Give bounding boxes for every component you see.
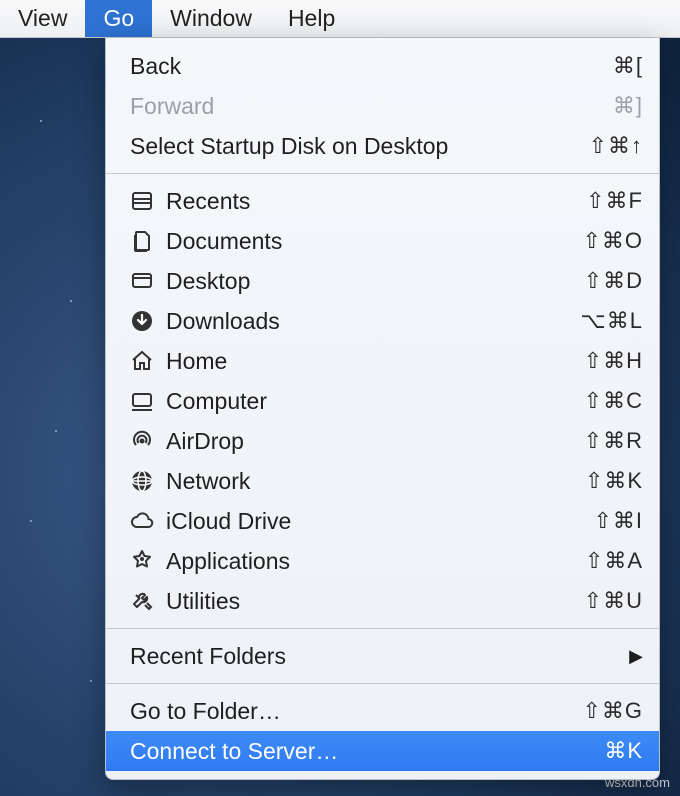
menu-shortcut: ⇧⌘C: [584, 388, 643, 414]
menu-shortcut: ⇧⌘R: [584, 428, 643, 454]
menubar-window[interactable]: Window: [152, 0, 270, 37]
menu-separator: [106, 628, 659, 629]
submenu-arrow-icon: ▶: [629, 646, 643, 667]
utilities-icon: [130, 589, 166, 613]
menu-label: AirDrop: [166, 428, 584, 455]
home-icon: [130, 349, 166, 373]
network-icon: [130, 469, 166, 493]
menu-item-applications[interactable]: Applications ⇧⌘A: [106, 541, 659, 581]
menu-shortcut: ⇧⌘F: [586, 188, 643, 214]
menu-shortcut: ⇧⌘H: [584, 348, 643, 374]
menu-shortcut: ⌘[: [613, 53, 643, 79]
menu-item-back[interactable]: Back ⌘[: [106, 46, 659, 86]
menu-label: Downloads: [166, 308, 580, 335]
menu-shortcut: ⌘]: [613, 93, 643, 119]
menu-label: Documents: [166, 228, 582, 255]
menubar: View Go Window Help: [0, 0, 680, 38]
menu-label: Recent Folders: [130, 643, 623, 670]
menu-label: Computer: [166, 388, 584, 415]
menu-item-connect-to-server[interactable]: Connect to Server… ⌘K: [106, 731, 659, 771]
menubar-go[interactable]: Go: [85, 0, 152, 37]
menubar-help[interactable]: Help: [270, 0, 353, 37]
menu-label: Applications: [166, 548, 585, 575]
menu-label: Select Startup Disk on Desktop: [130, 133, 589, 160]
menu-label: Go to Folder…: [130, 698, 582, 725]
menu-label: Forward: [130, 93, 613, 120]
icloud-icon: [130, 509, 166, 533]
menu-shortcut: ⇧⌘K: [585, 468, 643, 494]
menu-shortcut: ⇧⌘I: [593, 508, 643, 534]
recents-icon: [130, 189, 166, 213]
applications-icon: [130, 549, 166, 573]
go-menu-dropdown: Back ⌘[ Forward ⌘] Select Startup Disk o…: [105, 38, 660, 780]
menu-item-utilities[interactable]: Utilities ⇧⌘U: [106, 581, 659, 621]
menu-item-icloud-drive[interactable]: iCloud Drive ⇧⌘I: [106, 501, 659, 541]
menu-label: Home: [166, 348, 584, 375]
menu-item-recent-folders[interactable]: Recent Folders ▶: [106, 636, 659, 676]
menu-separator: [106, 683, 659, 684]
menu-shortcut: ⇧⌘U: [584, 588, 643, 614]
computer-icon: [130, 389, 166, 413]
menubar-view[interactable]: View: [0, 0, 85, 37]
menu-shortcut: ⇧⌘↑: [589, 133, 643, 159]
menu-item-airdrop[interactable]: AirDrop ⇧⌘R: [106, 421, 659, 461]
desktop-icon: [130, 269, 166, 293]
menu-shortcut: ⇧⌘A: [585, 548, 643, 574]
menu-item-go-to-folder[interactable]: Go to Folder… ⇧⌘G: [106, 691, 659, 731]
menu-item-computer[interactable]: Computer ⇧⌘C: [106, 381, 659, 421]
menu-label: Network: [166, 468, 585, 495]
menu-label: iCloud Drive: [166, 508, 593, 535]
menu-shortcut: ⇧⌘O: [582, 228, 643, 254]
menu-label: Recents: [166, 188, 586, 215]
menu-item-network[interactable]: Network ⇧⌘K: [106, 461, 659, 501]
menu-item-downloads[interactable]: Downloads ⌥⌘L: [106, 301, 659, 341]
menu-label: Back: [130, 53, 613, 80]
menu-label: Utilities: [166, 588, 584, 615]
airdrop-icon: [130, 429, 166, 453]
menu-label: Connect to Server…: [130, 738, 604, 765]
menu-label: Desktop: [166, 268, 584, 295]
menu-separator: [106, 173, 659, 174]
menu-item-home[interactable]: Home ⇧⌘H: [106, 341, 659, 381]
menu-shortcut: ⌘K: [604, 738, 643, 764]
menu-item-select-startup-disk[interactable]: Select Startup Disk on Desktop ⇧⌘↑: [106, 126, 659, 166]
menu-shortcut: ⇧⌘D: [584, 268, 643, 294]
menu-item-forward: Forward ⌘]: [106, 86, 659, 126]
downloads-icon: [130, 309, 166, 333]
documents-icon: [130, 229, 166, 253]
menu-shortcut: ⇧⌘G: [582, 698, 643, 724]
menu-item-desktop[interactable]: Desktop ⇧⌘D: [106, 261, 659, 301]
menu-item-documents[interactable]: Documents ⇧⌘O: [106, 221, 659, 261]
menu-item-recents[interactable]: Recents ⇧⌘F: [106, 181, 659, 221]
menu-shortcut: ⌥⌘L: [580, 308, 643, 334]
